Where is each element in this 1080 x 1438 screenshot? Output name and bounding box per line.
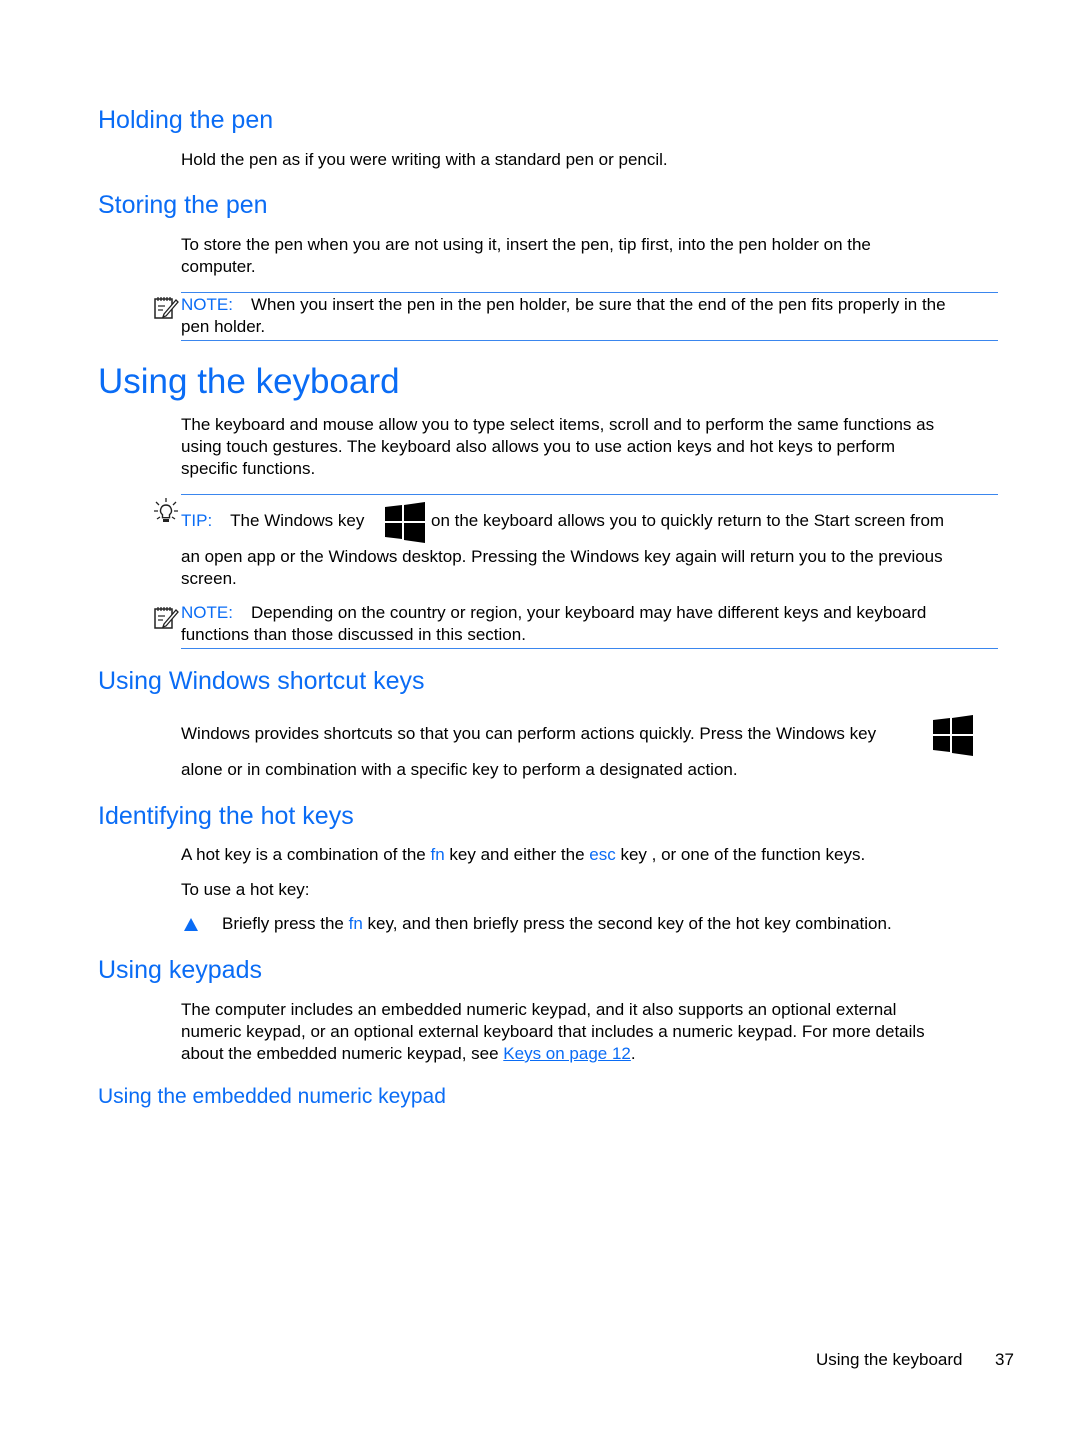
keyboard-body-line1: The keyboard and mouse allow you to type… bbox=[181, 415, 935, 434]
keys-page-link[interactable]: Keys on page 12 bbox=[503, 1044, 631, 1063]
windows-logo-icon bbox=[384, 501, 426, 544]
note-top-rule bbox=[181, 292, 998, 293]
note-pencil-icon bbox=[153, 604, 179, 630]
heading-identifying-the-hot-keys: Identifying the hot keys bbox=[98, 802, 354, 830]
heading-using-keypads: Using keypads bbox=[98, 956, 262, 984]
keypads-line2: numeric keypad, or an optional external … bbox=[181, 1022, 925, 1041]
keypads-line3: about the embedded numeric keypad, see K… bbox=[181, 1043, 636, 1065]
storing-pen-body-line1: To store the pen when you are not using … bbox=[181, 235, 871, 254]
note-pencil-icon bbox=[153, 294, 179, 320]
note-label: NOTE: bbox=[181, 295, 233, 314]
footer-page-number: 37 bbox=[995, 1350, 1014, 1369]
hot-keys-instruction-intro: To use a hot key: bbox=[181, 880, 310, 899]
storing-pen-body-line2: computer. bbox=[181, 257, 256, 276]
tip-label: TIP: bbox=[181, 511, 213, 530]
fn-key-term: fn bbox=[348, 914, 363, 933]
holding-pen-body: Hold the pen as if you were writing with… bbox=[181, 150, 668, 169]
shortcut-keys-line2: alone or in combination with a specific … bbox=[181, 760, 738, 779]
tip-line2: an open app or the Windows desktop. Pres… bbox=[181, 547, 943, 566]
text: key, and then briefly press the second k… bbox=[362, 914, 892, 933]
tip-line3: screen. bbox=[181, 569, 237, 588]
text: A hot key is a combination of the bbox=[181, 845, 431, 864]
tip-line1: TIP: The Windows key bbox=[181, 510, 364, 532]
heading-using-windows-shortcut-keys: Using Windows shortcut keys bbox=[98, 667, 425, 695]
tip-text-after-icon: on the keyboard allows you to quickly re… bbox=[431, 511, 945, 530]
keyboard-body-line3: specific functions. bbox=[181, 459, 316, 478]
note-keyboard-region: NOTE: Depending on the country or region,… bbox=[181, 602, 926, 624]
text: key , or one of the function keys. bbox=[615, 845, 866, 864]
lightbulb-icon bbox=[153, 497, 179, 525]
note-text-line1: When you insert the pen in the pen holde… bbox=[250, 295, 946, 314]
keypads-line1: The computer includes an embedded numeri… bbox=[181, 1000, 897, 1019]
note-text-line1: Depending on the country or region, your… bbox=[250, 603, 927, 622]
note-bottom-rule bbox=[181, 340, 998, 341]
triangle-bullet-icon bbox=[184, 918, 198, 931]
text: key and either the bbox=[444, 845, 590, 864]
heading-using-the-embedded-numeric-keypad: Using the embedded numeric keypad bbox=[98, 1085, 446, 1108]
text: . bbox=[630, 1044, 636, 1063]
shortcut-keys-line1: Windows provides shortcuts so that you c… bbox=[181, 724, 877, 743]
heading-holding-the-pen: Holding the pen bbox=[98, 106, 274, 134]
hot-keys-step: Briefly press the fn key, and then brief… bbox=[222, 913, 892, 935]
heading-using-the-keyboard: Using the keyboard bbox=[98, 362, 400, 401]
heading-storing-the-pen: Storing the pen bbox=[98, 191, 268, 219]
esc-key-term: esc bbox=[589, 845, 616, 864]
note-text-line2: functions than those discussed in this s… bbox=[181, 625, 526, 644]
footer-section-title: Using the keyboard bbox=[816, 1350, 963, 1369]
note-text-line2: pen holder. bbox=[181, 317, 266, 336]
keyboard-body-line2: using touch gestures. The keyboard also … bbox=[181, 437, 896, 456]
note-bottom-rule bbox=[181, 648, 998, 649]
fn-key-term: fn bbox=[430, 845, 445, 864]
windows-logo-icon bbox=[932, 714, 974, 757]
note-label: NOTE: bbox=[181, 603, 233, 622]
text: about the embedded numeric keypad, see bbox=[181, 1044, 504, 1063]
text: Briefly press the bbox=[222, 914, 349, 933]
tip-text-before-icon: The Windows key bbox=[230, 511, 365, 530]
note-pen-holder: NOTE: When you insert the pen in the pen … bbox=[181, 294, 946, 316]
tip-top-rule bbox=[181, 494, 998, 495]
hot-keys-definition: A hot key is a combination of the fn key… bbox=[181, 844, 865, 866]
